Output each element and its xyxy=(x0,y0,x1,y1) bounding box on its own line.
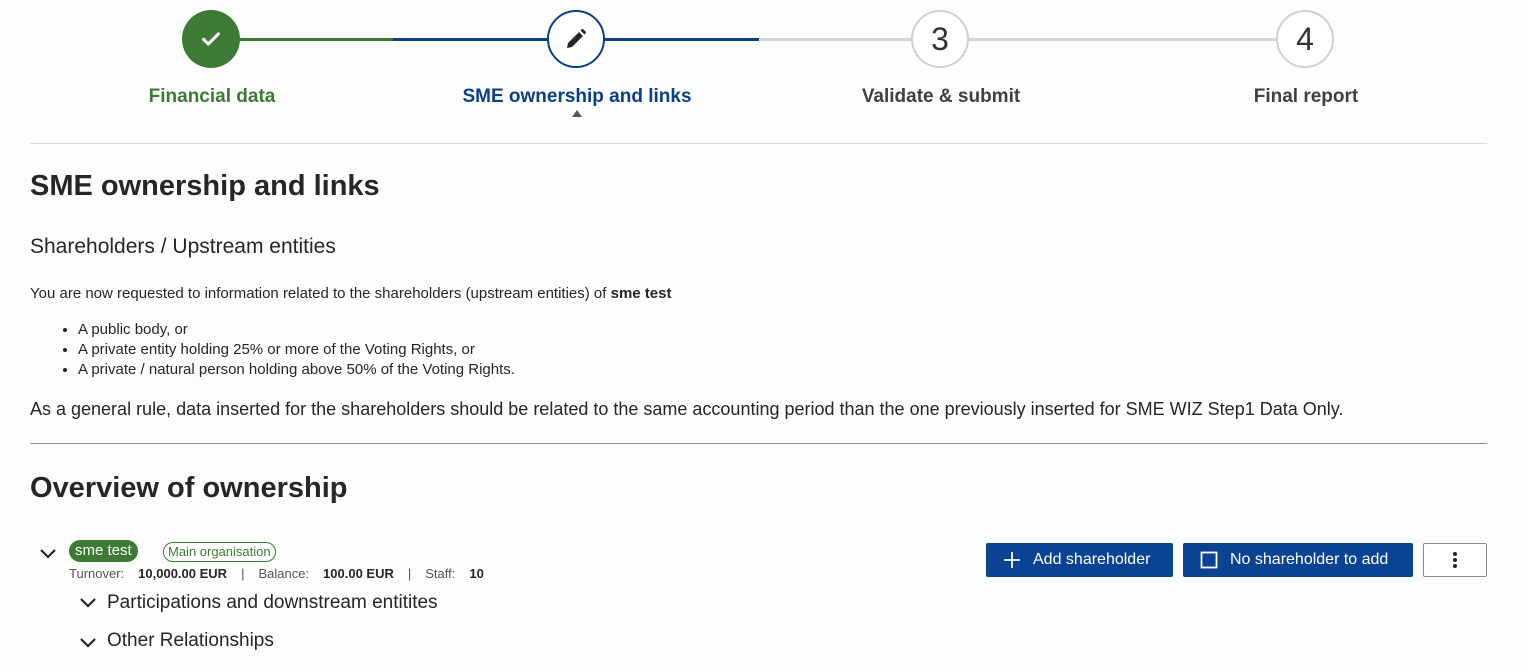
add-shareholder-button[interactable]: Add shareholder xyxy=(986,543,1173,577)
no-shareholder-button[interactable]: No shareholder to add xyxy=(1183,543,1413,577)
step-4-number: 4 xyxy=(1296,20,1314,57)
participations-section-toggle[interactable]: Participations and downstream entitites xyxy=(107,592,438,614)
intro-org-name: sme test xyxy=(610,285,672,302)
other-relationships-chevron-icon[interactable] xyxy=(78,633,98,653)
org-name-badge[interactable]: sme test xyxy=(69,540,138,562)
current-step-caret-icon xyxy=(572,110,582,117)
page: 3 4 Financial data SME ownership and lin… xyxy=(0,0,1529,670)
turnover-label: Turnover: xyxy=(69,566,125,581)
general-rule-text: As a general rule, data inserted for the… xyxy=(30,399,1344,419)
checkbox-icon xyxy=(1200,551,1218,569)
step-2-circle[interactable] xyxy=(547,10,605,68)
wizard-stepper: 3 4 Financial data SME ownership and lin… xyxy=(0,0,1529,120)
step-3-label[interactable]: Validate & submit xyxy=(791,86,1091,108)
list-item: A private entity holding 25% or more of … xyxy=(78,340,515,360)
check-icon xyxy=(202,32,220,46)
intro-text-body: You are now requested to information rel… xyxy=(30,285,611,302)
org-metrics: Turnover: 10,000.00 EUR | Balance: 100.00 EU… xyxy=(69,566,484,581)
shareholder-criteria-list: A public body, or A private entity holdi… xyxy=(30,320,515,380)
balance-label: Balance: xyxy=(258,566,310,581)
section-divider xyxy=(30,443,1487,444)
section-subtitle: Shareholders / Upstream entities xyxy=(30,235,336,258)
org-collapse-chevron-icon[interactable] xyxy=(38,544,58,564)
metric-separator: | xyxy=(407,566,412,581)
step-4-label[interactable]: Final report xyxy=(1156,86,1456,108)
more-vertical-icon xyxy=(1453,552,1457,568)
plus-icon xyxy=(1003,551,1021,569)
participations-chevron-icon[interactable] xyxy=(78,593,98,613)
step-4-circle[interactable]: 4 xyxy=(1276,10,1334,68)
list-item: A private / natural person holding above… xyxy=(78,360,515,380)
staff-value: 10 xyxy=(469,566,484,581)
step-1-label[interactable]: Financial data xyxy=(62,86,362,108)
step-2-label[interactable]: SME ownership and links xyxy=(427,86,727,108)
other-relationships-section-toggle[interactable]: Other Relationships xyxy=(107,630,274,652)
staff-label: Staff: xyxy=(425,566,456,581)
main-organisation-tag: Main organisation xyxy=(163,542,276,562)
no-shareholder-label: No shareholder to add xyxy=(1230,551,1389,568)
pencil-icon xyxy=(567,29,586,48)
balance-value: 100.00 EUR xyxy=(323,566,394,581)
stepper-divider xyxy=(30,143,1487,144)
step-3-number: 3 xyxy=(931,20,949,57)
step-3-circle[interactable]: 3 xyxy=(911,10,969,68)
turnover-value: 10,000.00 EUR xyxy=(138,566,228,581)
intro-text: You are now requested to information rel… xyxy=(30,285,672,302)
page-title: SME ownership and links xyxy=(30,170,380,202)
step-1-circle[interactable] xyxy=(182,10,240,68)
stepper-track-pending xyxy=(759,38,1305,41)
overview-title: Overview of ownership xyxy=(30,472,348,504)
list-item: A public body, or xyxy=(78,320,515,340)
more-options-button[interactable] xyxy=(1423,543,1487,577)
add-shareholder-label: Add shareholder xyxy=(1033,551,1151,568)
metric-separator: | xyxy=(241,566,245,581)
